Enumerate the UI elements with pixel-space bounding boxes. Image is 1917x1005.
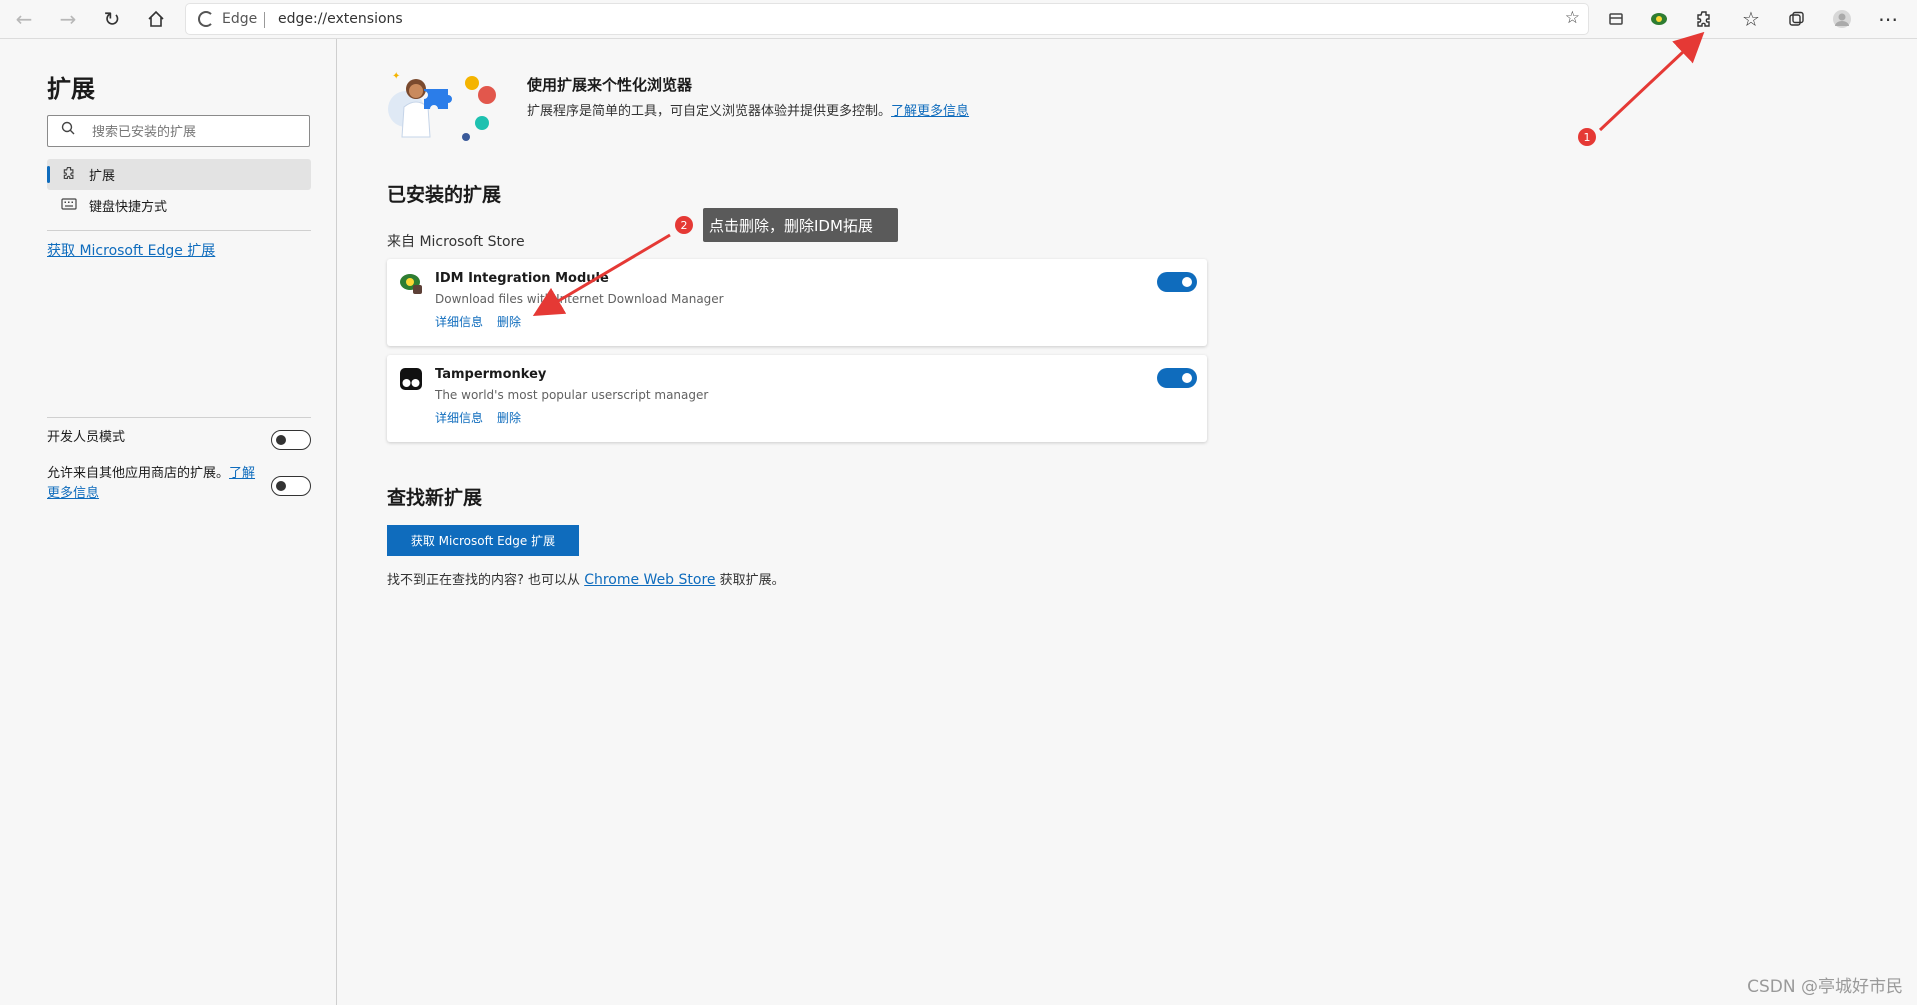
- allow-other-stores-label: 允许来自其他应用商店的扩展。了解更多信息: [47, 464, 262, 504]
- keyboard-icon: [61, 197, 77, 214]
- get-edge-extensions-button[interactable]: 获取 Microsoft Edge 扩展: [387, 525, 579, 556]
- allow-other-stores-text: 允许来自其他应用商店的扩展。: [47, 466, 230, 481]
- favorite-star-icon[interactable]: ☆: [1565, 8, 1580, 28]
- favorites-icon[interactable]: ☆: [1735, 3, 1767, 35]
- arrow-to-extensions-button: [1598, 31, 1705, 132]
- svg-text:✦: ✦: [392, 71, 400, 82]
- sidebar: 扩展 扩展 键盘快捷方式 获取 Microsoft Edge 扩展 开发人员模式…: [0, 39, 337, 1005]
- extensions-hero-illustration: ✦: [388, 71, 496, 141]
- more-menu-icon[interactable]: ⋯: [1872, 3, 1904, 35]
- allow-other-stores-toggle[interactable]: [271, 476, 311, 496]
- extensions-puzzle-icon[interactable]: [1688, 3, 1720, 35]
- extension-name: IDM Integration Module: [435, 271, 609, 286]
- nav-item-label: 扩展: [89, 169, 116, 184]
- annotation-badge-2: 2: [675, 216, 693, 234]
- url-text[interactable]: edge://extensions: [278, 4, 403, 34]
- profile-avatar-icon[interactable]: [1826, 3, 1858, 35]
- annotation-badge-1: 1: [1578, 128, 1596, 146]
- tampermonkey-icon: [400, 368, 422, 390]
- idm-icon: [400, 274, 422, 294]
- developer-mode-label: 开发人员模式: [47, 430, 126, 445]
- extension-name: Tampermonkey: [435, 367, 547, 382]
- nav-item-keyboard-shortcuts[interactable]: 键盘快捷方式: [47, 190, 311, 221]
- toggle-knob: [276, 435, 286, 445]
- find-new-extensions-heading: 查找新扩展: [387, 487, 483, 509]
- watermark: CSDN @亭城好市民: [1747, 977, 1903, 997]
- get-edge-extensions-link[interactable]: 获取 Microsoft Edge 扩展: [47, 240, 215, 260]
- refresh-icon[interactable]: ↻: [96, 3, 128, 35]
- site-label: Edge: [222, 11, 258, 27]
- idm-toolbar-icon[interactable]: [1643, 3, 1675, 35]
- hero-learn-more-link[interactable]: 了解更多信息: [891, 104, 969, 119]
- nav-item-extensions[interactable]: 扩展: [47, 159, 311, 190]
- extension-description: The world's most popular userscript mana…: [435, 388, 709, 402]
- toggle-knob: [1182, 373, 1192, 383]
- sidebar-divider: [47, 417, 311, 418]
- installed-extensions-heading: 已安装的扩展: [387, 184, 502, 206]
- hero-description: 扩展程序是简单的工具，可自定义浏览器体验并提供更多控制。了解更多信息: [527, 100, 969, 119]
- extension-card-tampermonkey: Tampermonkey The world's most popular us…: [387, 355, 1207, 442]
- sidebar-title: 扩展: [47, 75, 95, 103]
- find-alternative-text: 找不到正在查找的内容? 也可以从 Chrome Web Store 获取扩展。: [387, 569, 785, 588]
- details-link[interactable]: 详细信息: [435, 411, 483, 425]
- hero-title: 使用扩展来个性化浏览器: [527, 76, 693, 94]
- developer-mode-toggle[interactable]: [271, 430, 311, 450]
- address-bar[interactable]: Edge edge://extensions ☆: [186, 4, 1588, 34]
- extension-enabled-toggle[interactable]: [1157, 272, 1197, 292]
- collections-icon[interactable]: [1780, 3, 1812, 35]
- chrome-web-store-link[interactable]: Chrome Web Store: [584, 572, 715, 588]
- sidebar-divider: [47, 230, 311, 231]
- address-separator: [264, 12, 265, 28]
- nav-item-label: 键盘快捷方式: [89, 200, 168, 215]
- extension-actions: 详细信息 删除: [435, 409, 535, 426]
- extension-enabled-toggle[interactable]: [1157, 368, 1197, 388]
- find-text-before: 找不到正在查找的内容? 也可以从: [387, 573, 581, 588]
- toggle-knob: [1182, 277, 1192, 287]
- forward-arrow-icon[interactable]: →: [52, 3, 84, 35]
- find-text-after: 获取扩展。: [719, 573, 785, 588]
- extension-actions: 详细信息 删除: [435, 313, 535, 330]
- reading-view-icon[interactable]: [1600, 3, 1632, 35]
- search-input[interactable]: [90, 120, 304, 144]
- annotation-callout: 点击删除，删除IDM拓展: [703, 208, 898, 242]
- toggle-knob: [276, 481, 286, 491]
- extension-description: Download files with Internet Download Ma…: [435, 292, 724, 306]
- remove-link[interactable]: 删除: [497, 315, 521, 329]
- extension-card-idm: IDM Integration Module Download files wi…: [387, 259, 1207, 346]
- site-identity[interactable]: Edge: [198, 4, 257, 34]
- details-link[interactable]: 详细信息: [435, 315, 483, 329]
- search-icon: [61, 121, 75, 139]
- hero-desc-text: 扩展程序是简单的工具，可自定义浏览器体验并提供更多控制。: [527, 104, 892, 119]
- puzzle-icon: [61, 166, 77, 184]
- back-arrow-icon[interactable]: ←: [8, 3, 40, 35]
- remove-link[interactable]: 删除: [497, 411, 521, 425]
- home-icon[interactable]: [140, 3, 172, 35]
- browser-toolbar: ← → ↻ Edge edge://extensions ☆ ☆ ⋯: [0, 0, 1917, 39]
- edge-logo-icon: [198, 11, 214, 27]
- search-box[interactable]: [47, 115, 310, 147]
- store-source-label: 来自 Microsoft Store: [387, 234, 525, 250]
